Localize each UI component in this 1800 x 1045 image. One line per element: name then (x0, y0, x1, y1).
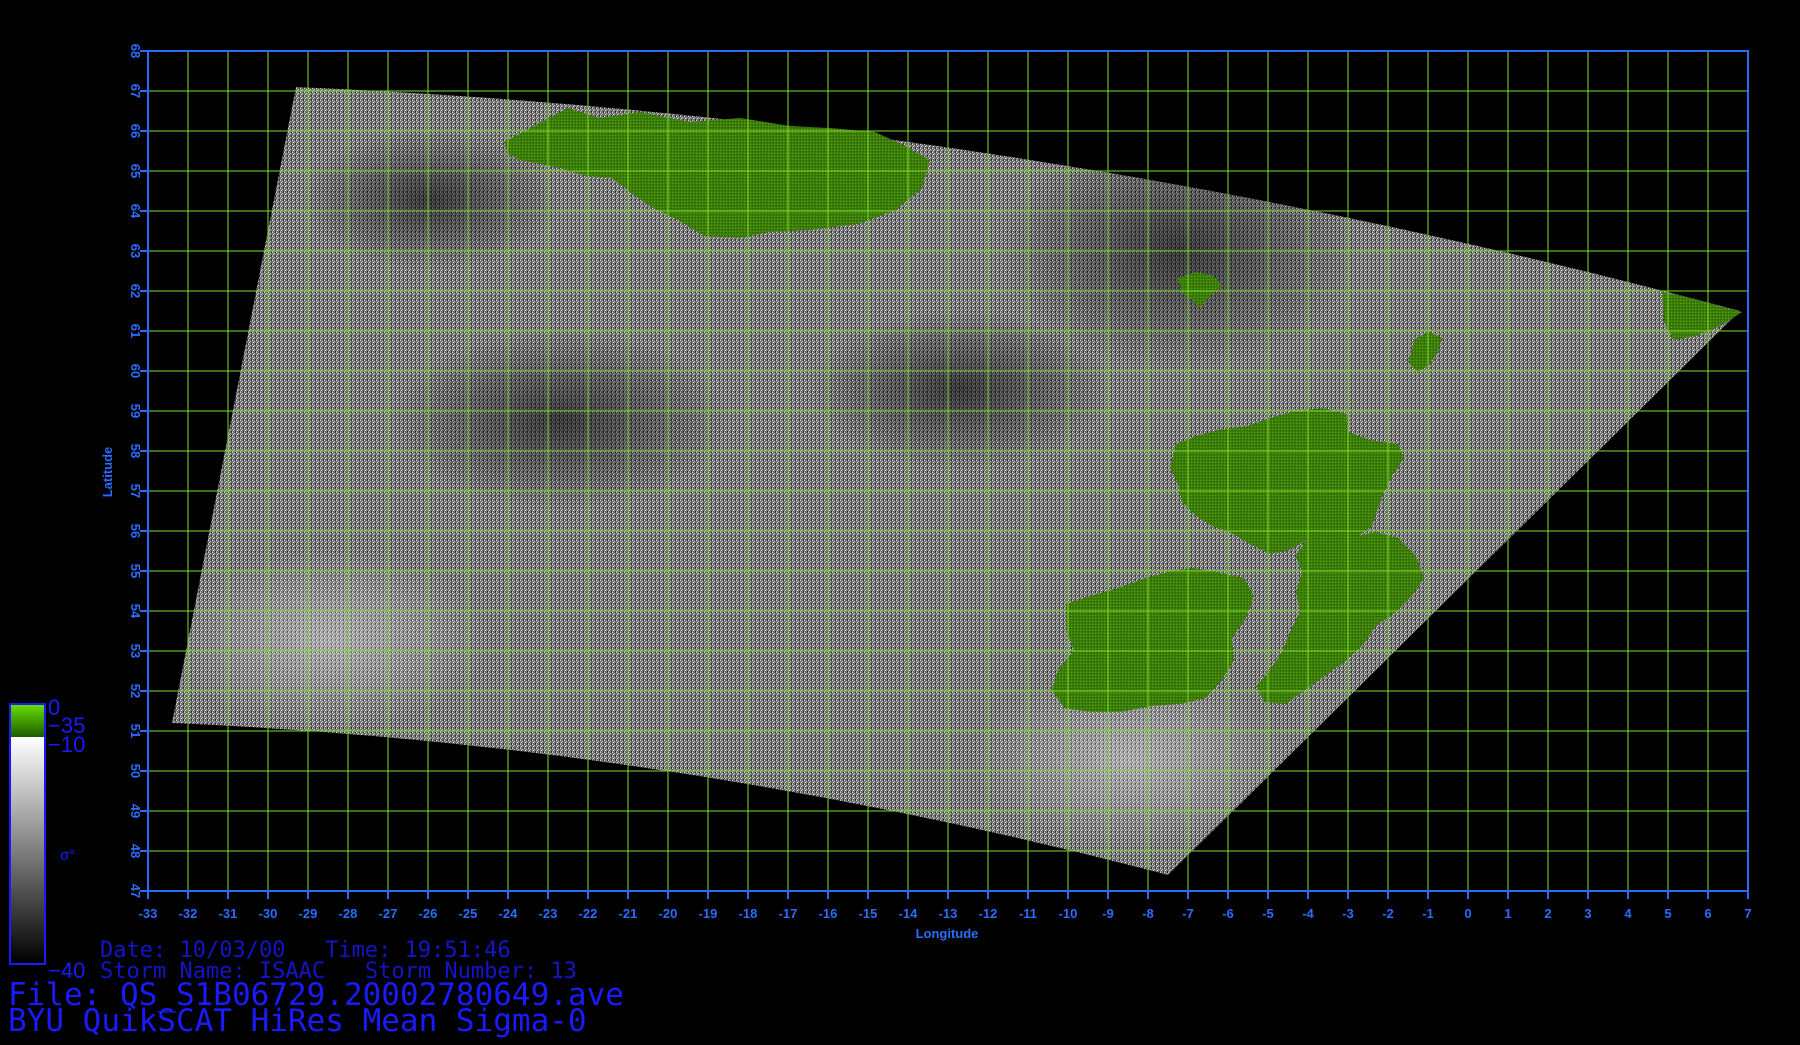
longitude-tick-label: -33 (139, 906, 158, 921)
longitude-tick-label: -25 (459, 906, 478, 921)
longitude-tick-label: -19 (699, 906, 718, 921)
longitude-tick-label: -3 (1342, 906, 1354, 921)
longitude-tick-label: -8 (1142, 906, 1154, 921)
longitude-ticks: -33 -32 -31 -30 -29 -28 -27 -26 -25 -24 -23 -22 -21-… (139, 891, 1752, 921)
latitude-tick-label: 57 (128, 484, 143, 498)
longitude-tick-label: -23 (539, 906, 558, 921)
longitude-tick-label: -26 (419, 906, 438, 921)
longitude-tick-label: -20 (659, 906, 678, 921)
latitude-tick-label: 63 (128, 244, 143, 258)
latitude-tick-label: 65 (128, 164, 143, 178)
longitude-tick-label: -4 (1302, 906, 1314, 921)
longitude-tick-label: 0 (1464, 906, 1471, 921)
latitude-tick-label: 49 (128, 804, 143, 818)
latitude-tick-label: 68 (128, 44, 143, 58)
latitude-tick-label: 55 (128, 564, 143, 578)
longitude-tick-label: -28 (339, 906, 358, 921)
longitude-tick-label: 5 (1664, 906, 1671, 921)
longitude-tick-label: -17 (779, 906, 798, 921)
longitude-tick-label: -30 (259, 906, 278, 921)
colorbar-quantity-label: σ° (60, 847, 75, 864)
colorbar-land-segment (11, 705, 44, 737)
latitude-tick-label: 60 (128, 364, 143, 378)
longitude-tick-label: -13 (939, 906, 958, 921)
longitude-tick-label: 3 (1584, 906, 1591, 921)
latitude-tick-label: 48 (128, 844, 143, 858)
norway-coast-land (1662, 292, 1742, 340)
longitude-tick-label: 1 (1504, 906, 1511, 921)
longitude-tick-label: -1 (1422, 906, 1434, 921)
longitude-tick-label: 4 (1624, 906, 1632, 921)
latitude-tick-label: 50 (128, 764, 143, 778)
storm-light-region (172, 550, 490, 730)
longitude-tick-label: -15 (859, 906, 878, 921)
latitude-tick-label: 66 (128, 124, 143, 138)
latitude-tick-label: 52 (128, 684, 143, 698)
longitude-tick-label: -24 (499, 906, 519, 921)
longitude-tick-label: -14 (899, 906, 919, 921)
longitude-tick-label: -5 (1262, 906, 1274, 921)
longitude-tick-label: -10 (1059, 906, 1078, 921)
colorbar-ocean-top-label: −10 (48, 732, 85, 757)
longitude-tick-label: 2 (1544, 906, 1551, 921)
colorbar-ocean-segment (11, 737, 44, 963)
sigma0-swath (172, 87, 1740, 875)
longitude-tick-label: -11 (1019, 906, 1037, 921)
longitude-tick-label: -9 (1102, 906, 1114, 921)
longitude-tick-label: -31 (219, 906, 238, 921)
latitude-tick-label: 67 (128, 84, 143, 98)
longitude-tick-label: 6 (1704, 906, 1711, 921)
storm-dark-region (810, 310, 1110, 470)
latitude-tick-label: 47 (128, 884, 143, 898)
map-figure: -33 -32 -31 -30 -29 -28 -27 -26 -25 -24 -23 -22 -21-… (0, 0, 1800, 1040)
latitude-tick-label: 54 (128, 604, 143, 619)
longitude-tick-label: -6 (1222, 906, 1234, 921)
latitude-tick-label: 51 (128, 724, 143, 738)
latitude-tick-label: 58 (128, 444, 143, 458)
latitude-tick-label: 59 (128, 404, 143, 418)
storm-dark-region (390, 330, 730, 510)
longitude-tick-label: -18 (739, 906, 758, 921)
longitude-tick-label: -2 (1382, 906, 1394, 921)
longitude-tick-label: -27 (379, 906, 398, 921)
latitude-ticks: 47 48 49 50 51 52 53 54 55 56 57 58 59 60 61 62 63 64 65 66… (128, 44, 148, 898)
map-canvas: -33 -32 -31 -30 -29 -28 -27 -26 -25 -24 -23 -22 -21-… (9, 44, 1752, 983)
colorbar: 0 −35 −10 −40 σ° (9, 695, 85, 983)
latitude-tick-label: 53 (128, 644, 143, 658)
longitude-tick-label: -22 (579, 906, 598, 921)
longitude-tick-label: 7 (1744, 906, 1751, 921)
longitude-tick-label: -12 (979, 906, 998, 921)
latitude-tick-label: 64 (128, 204, 143, 219)
lat-lon-grid (148, 51, 1748, 891)
longitude-tick-label: -21 (619, 906, 638, 921)
latitude-tick-label: 56 (128, 524, 143, 538)
y-axis-label: Latitude (100, 447, 115, 498)
latitude-tick-label: 61 (128, 324, 143, 338)
longitude-tick-label: -7 (1182, 906, 1194, 921)
longitude-tick-label: -29 (299, 906, 318, 921)
longitude-tick-label: -16 (819, 906, 838, 921)
x-axis-label: Longitude (916, 926, 979, 941)
longitude-tick-label: -32 (179, 906, 198, 921)
latitude-tick-label: 62 (128, 284, 143, 298)
product-title-line: BYU QuikSCAT HiRes Mean Sigma-0 (8, 1003, 587, 1039)
